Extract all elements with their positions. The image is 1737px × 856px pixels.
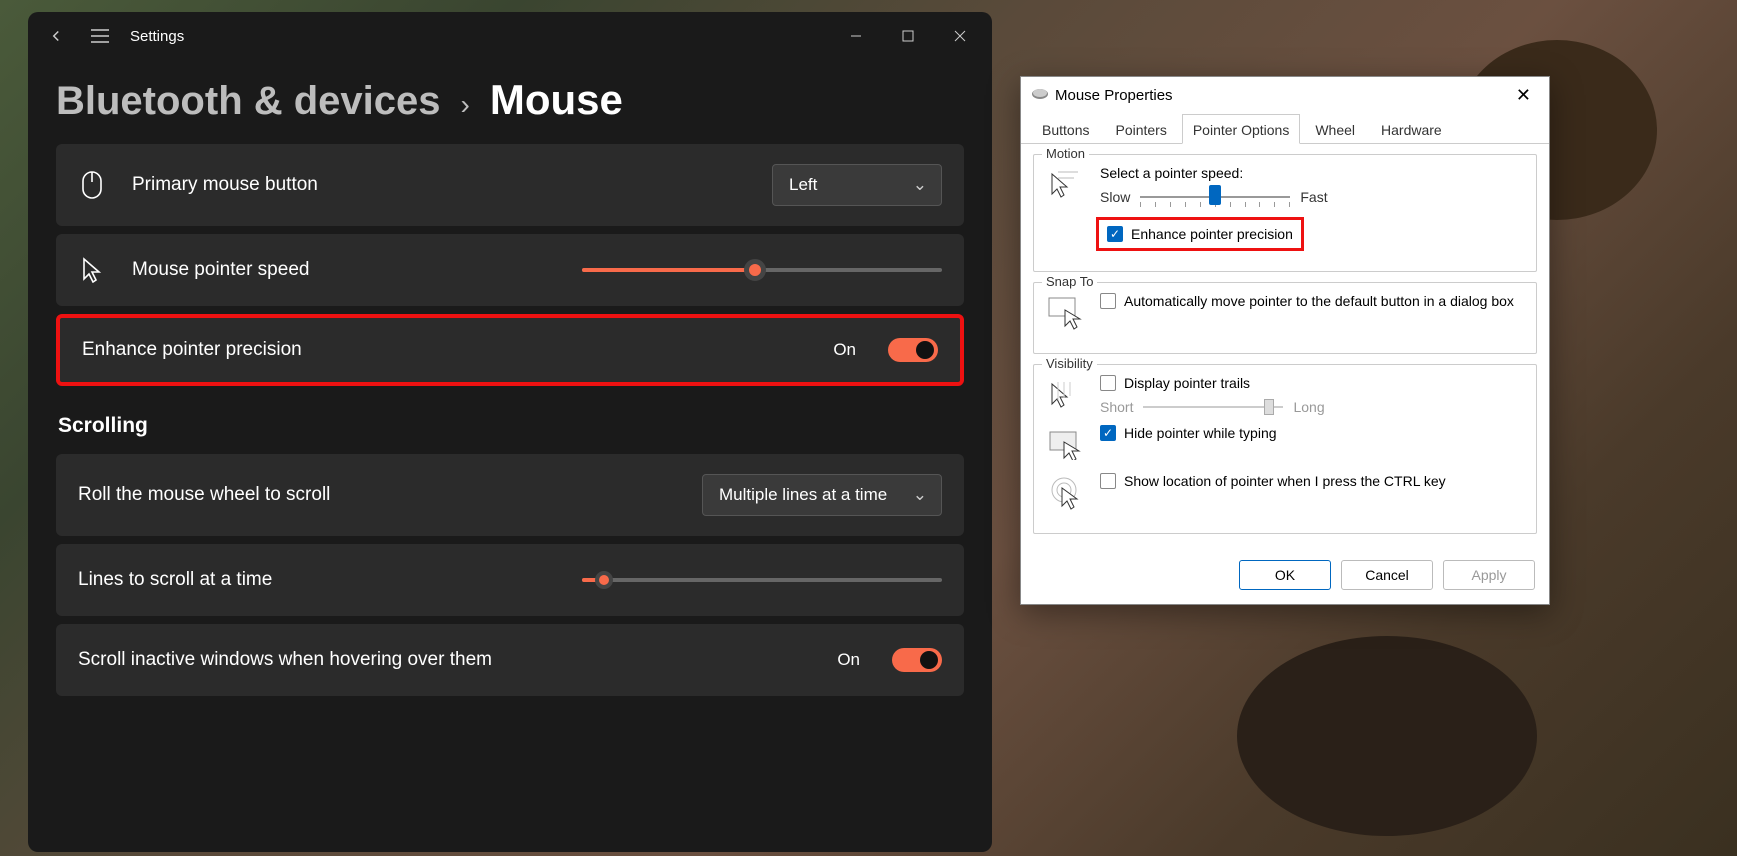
ctrl-locate-icon [1046, 473, 1086, 513]
trails-icon [1046, 375, 1086, 415]
tab-wheel[interactable]: Wheel [1304, 114, 1366, 144]
enhance-precision-checkbox[interactable]: ✓ [1107, 226, 1123, 242]
visibility-group-title: Visibility [1042, 356, 1097, 371]
breadcrumb-parent[interactable]: Bluetooth & devices [56, 79, 441, 124]
tab-hardware[interactable]: Hardware [1370, 114, 1453, 144]
chevron-down-icon: ⌄ [913, 175, 927, 195]
pointer-speed-label: Select a pointer speed: [1100, 165, 1524, 181]
hamburger-icon[interactable] [78, 16, 122, 56]
hide-typing-icon [1046, 425, 1086, 465]
scroll-inactive-toggle[interactable] [892, 648, 942, 672]
ctrl-locate-checkbox-label: Show location of pointer when I press th… [1124, 473, 1446, 489]
pointer-speed-row: Mouse pointer speed [56, 234, 964, 306]
breadcrumb: Bluetooth & devices › Mouse [28, 60, 992, 144]
primary-button-select[interactable]: Left ⌄ [772, 164, 942, 206]
scroll-inactive-state: On [837, 650, 860, 670]
primary-button-label: Primary mouse button [132, 174, 746, 196]
mouse-properties-dialog: Mouse Properties ✕ Buttons Pointers Poin… [1020, 76, 1550, 605]
enhance-precision-row: Enhance pointer precision On [56, 314, 964, 386]
fast-label: Fast [1300, 189, 1327, 205]
mouse-icon [1031, 87, 1049, 104]
chevron-down-icon: ⌄ [913, 485, 927, 505]
pointer-speed-label: Mouse pointer speed [132, 259, 556, 281]
dialog-body: Motion Select a pointer speed: Slow Fast [1021, 144, 1549, 550]
snapto-checkbox-label: Automatically move pointer to the defaul… [1124, 293, 1514, 309]
trails-slider [1143, 397, 1283, 417]
dialog-close-button[interactable]: ✕ [1506, 81, 1541, 110]
scroll-inactive-label: Scroll inactive windows when hovering ov… [78, 649, 811, 671]
settings-window: Settings Bluetooth & devices › Mouse Pri… [28, 12, 992, 852]
motion-group-title: Motion [1042, 146, 1089, 161]
trails-checkbox[interactable] [1100, 375, 1116, 391]
tab-buttons[interactable]: Buttons [1031, 114, 1100, 144]
lines-scroll-slider[interactable] [582, 577, 942, 583]
ok-button[interactable]: OK [1239, 560, 1331, 590]
cancel-button[interactable]: Cancel [1341, 560, 1433, 590]
roll-wheel-label: Roll the mouse wheel to scroll [78, 484, 676, 506]
roll-wheel-row: Roll the mouse wheel to scroll Multiple … [56, 454, 964, 536]
hide-typing-checkbox-label: Hide pointer while typing [1124, 425, 1277, 441]
visibility-group: Visibility Display pointer trails Short [1033, 364, 1537, 534]
short-label: Short [1100, 399, 1133, 415]
enhance-precision-state: On [833, 340, 856, 360]
mouse-icon [78, 170, 106, 200]
dialog-tabs: Buttons Pointers Pointer Options Wheel H… [1021, 113, 1549, 144]
cursor-icon [78, 257, 106, 283]
roll-wheel-select[interactable]: Multiple lines at a time ⌄ [702, 474, 942, 516]
pointer-speed-slider[interactable] [582, 267, 942, 273]
cursor-motion-icon [1046, 165, 1086, 205]
lines-scroll-row: Lines to scroll at a time [56, 544, 964, 616]
close-button[interactable] [934, 16, 986, 56]
slow-label: Slow [1100, 189, 1130, 205]
enhance-precision-highlight: ✓ Enhance pointer precision [1096, 217, 1304, 251]
primary-mouse-button-row: Primary mouse button Left ⌄ [56, 144, 964, 226]
primary-button-value: Left [789, 175, 817, 194]
lines-scroll-label: Lines to scroll at a time [78, 569, 556, 591]
apply-button[interactable]: Apply [1443, 560, 1535, 590]
scroll-inactive-row: Scroll inactive windows when hovering ov… [56, 624, 964, 696]
hide-typing-checkbox[interactable]: ✓ [1100, 425, 1116, 441]
pointer-speed-slider[interactable] [1140, 187, 1290, 207]
content-area: Primary mouse button Left ⌄ Mouse pointe… [28, 144, 992, 852]
snapto-group-title: Snap To [1042, 274, 1097, 289]
titlebar: Settings [28, 12, 992, 60]
motion-group: Motion Select a pointer speed: Slow Fast [1033, 154, 1537, 272]
dialog-titlebar: Mouse Properties ✕ [1021, 77, 1549, 113]
minimize-button[interactable] [830, 16, 882, 56]
enhance-precision-checkbox-label: Enhance pointer precision [1131, 226, 1293, 242]
snapto-checkbox[interactable] [1100, 293, 1116, 309]
trails-checkbox-label: Display pointer trails [1124, 375, 1250, 391]
back-button[interactable] [34, 16, 78, 56]
breadcrumb-current: Mouse [490, 76, 623, 124]
long-label: Long [1293, 399, 1324, 415]
snapto-icon [1046, 293, 1086, 333]
scrolling-heading: Scrolling [58, 414, 964, 438]
maximize-button[interactable] [882, 16, 934, 56]
tab-pointers[interactable]: Pointers [1104, 114, 1177, 144]
dialog-footer: OK Cancel Apply [1021, 550, 1549, 604]
tab-pointer-options[interactable]: Pointer Options [1182, 114, 1301, 144]
snapto-group: Snap To Automatically move pointer to th… [1033, 282, 1537, 354]
enhance-precision-toggle[interactable] [888, 338, 938, 362]
chevron-right-icon: › [461, 89, 470, 121]
roll-wheel-value: Multiple lines at a time [719, 485, 887, 504]
app-title: Settings [130, 28, 184, 45]
enhance-precision-label: Enhance pointer precision [82, 339, 807, 361]
dialog-title: Mouse Properties [1055, 87, 1173, 104]
ctrl-locate-checkbox[interactable] [1100, 473, 1116, 489]
